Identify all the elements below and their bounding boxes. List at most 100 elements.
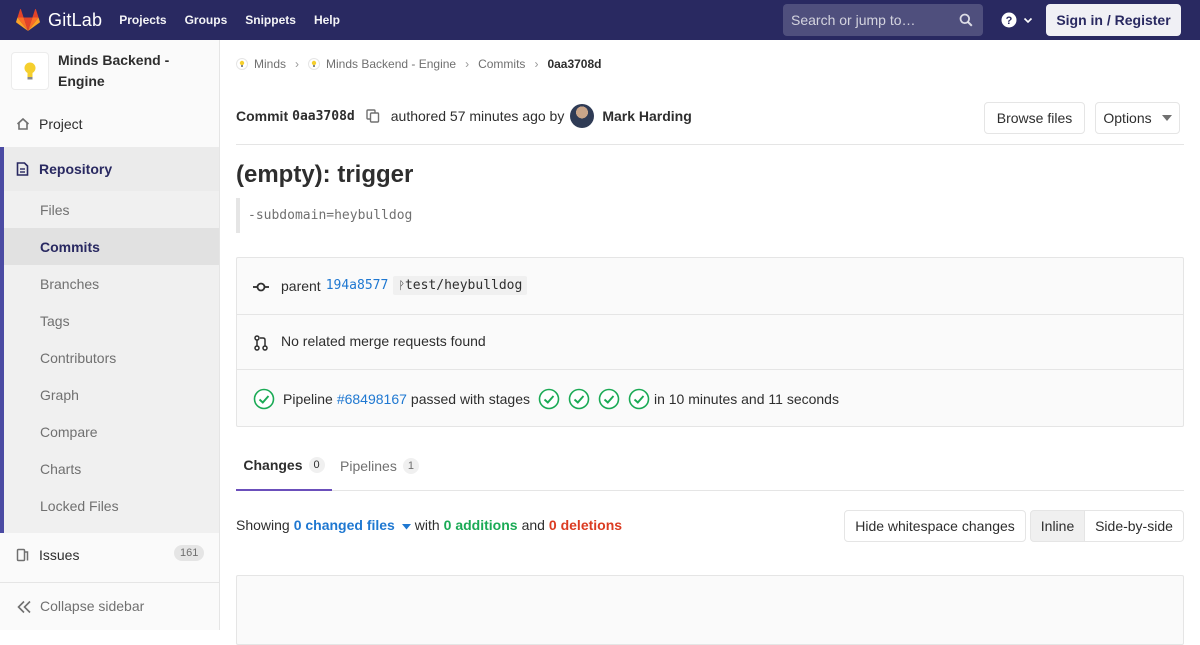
- commit-info-box: parent 194a8577 ᚹtest/heybulldog No rela…: [236, 257, 1184, 427]
- sidebar-item-label: Contributors: [40, 349, 117, 366]
- parent-sha-link[interactable]: 194a8577: [326, 278, 389, 293]
- sidebar-item-label: Locked Files: [40, 497, 119, 514]
- document-icon: [16, 162, 29, 176]
- empty-diff-placeholder: [236, 575, 1184, 645]
- commit-tabs: Changes 0 Pipelines 1: [236, 440, 1184, 491]
- sidebar-item-label: Branches: [40, 275, 100, 292]
- issues-count-badge: 161: [174, 545, 205, 561]
- deletions-count: 0 deletions: [548, 517, 623, 533]
- lightbulb-icon: [236, 58, 248, 70]
- breadcrumb-item-commits[interactable]: Commits: [478, 57, 525, 71]
- nav-help[interactable]: Help: [314, 13, 340, 27]
- status-success-icon[interactable]: [253, 388, 275, 410]
- breadcrumb-item-project[interactable]: Minds Backend - Engine: [308, 57, 456, 71]
- nav-groups[interactable]: Groups: [185, 13, 228, 27]
- pipeline-status-text: passed with stages: [410, 391, 530, 407]
- parent-row: parent 194a8577 ᚹtest/heybulldog: [237, 258, 1183, 315]
- commit-label: Commit: [236, 108, 289, 124]
- commit-description: -subdomain=heybulldog: [236, 198, 412, 233]
- tab-count-badge: 0: [308, 456, 325, 473]
- tab-changes[interactable]: Changes 0: [236, 440, 332, 491]
- sidebar-project-header[interactable]: Minds Backend - Engine: [0, 40, 219, 100]
- with-label: with: [414, 517, 440, 533]
- stage-status-icon[interactable]: [598, 388, 620, 410]
- parent-info: parent 194a8577 ᚹtest/heybulldog: [281, 276, 528, 295]
- sidebar-item-graph[interactable]: Graph: [4, 376, 219, 413]
- branch-ref-badge[interactable]: ᚹtest/heybulldog: [393, 276, 528, 295]
- breadcrumb-label: Minds: [254, 57, 287, 71]
- collapse-sidebar-button[interactable]: Collapse sidebar: [0, 582, 219, 630]
- side-by-side-view-button[interactable]: Side-by-side: [1084, 510, 1184, 542]
- commit-meta: Commit 0aa3708d authored 57 minutes ago …: [236, 104, 692, 128]
- chevron-down-icon: [1023, 17, 1033, 24]
- options-label: Options: [1103, 110, 1152, 126]
- sidebar-item-files[interactable]: Files: [4, 191, 219, 228]
- sidebar-item-label: Graph: [40, 386, 79, 403]
- pipeline-duration: in 10 minutes and 11 seconds: [653, 391, 839, 407]
- sidebar-item-charts[interactable]: Charts: [4, 450, 219, 487]
- top-navbar: GitLab Projects Groups Snippets Help ? S…: [0, 0, 1200, 40]
- breadcrumb-separator-icon: ›: [465, 57, 470, 71]
- tab-count-badge: 1: [402, 457, 419, 474]
- commit-title: (empty): trigger: [236, 161, 414, 188]
- sign-in-button[interactable]: Sign in / Register: [1046, 4, 1181, 36]
- inline-view-button[interactable]: Inline: [1030, 510, 1085, 542]
- sidebar-item-compare[interactable]: Compare: [4, 413, 219, 450]
- sidebar-item-label: Files: [40, 201, 70, 218]
- sidebar-item-label: Compare: [40, 423, 98, 440]
- hide-whitespace-button[interactable]: Hide whitespace changes: [844, 510, 1026, 542]
- breadcrumb: Minds › Minds Backend - Engine › Commits…: [236, 56, 601, 72]
- breadcrumb-current-commit[interactable]: 0aa3708d: [547, 57, 601, 71]
- sidebar-item-commits[interactable]: Commits: [4, 228, 219, 265]
- pipeline-row: Pipeline #68498167 passed with stages in…: [237, 370, 1183, 426]
- project-avatar: [11, 52, 49, 90]
- lightbulb-icon: [308, 58, 321, 70]
- breadcrumb-item-minds[interactable]: Minds: [236, 57, 286, 71]
- branch-ref-name: test/heybulldog: [404, 278, 523, 293]
- sidebar-item-label: Charts: [40, 460, 82, 477]
- gitlab-home-link[interactable]: GitLab: [16, 0, 102, 40]
- browse-files-button[interactable]: Browse files: [984, 102, 1085, 134]
- sidebar-item-locked-files[interactable]: Locked Files: [4, 487, 219, 524]
- question-icon: ?: [1001, 12, 1017, 28]
- options-dropdown[interactable]: Options: [1095, 102, 1180, 134]
- diff-summary: Showing 0 changed files with 0 additions…: [236, 517, 622, 533]
- sidebar-item-issues[interactable]: Issues 161: [0, 543, 219, 567]
- sidebar-item-branches[interactable]: Branches: [4, 265, 219, 302]
- search-icon: [959, 13, 973, 27]
- nav-projects[interactable]: Projects: [119, 13, 166, 27]
- gitlab-logo-icon: [16, 9, 40, 31]
- caret-down-icon: [1161, 115, 1172, 121]
- nav-snippets[interactable]: Snippets: [245, 13, 296, 27]
- sidebar-item-repository[interactable]: Repository: [4, 147, 219, 191]
- search-input[interactable]: [791, 12, 951, 28]
- stage-status-icon[interactable]: [628, 388, 650, 410]
- showing-label: Showing: [236, 517, 290, 533]
- author-avatar[interactable]: [570, 104, 595, 128]
- search-box: [783, 4, 983, 36]
- pipeline-label: Pipeline: [283, 391, 333, 407]
- sidebar-item-label: Project: [39, 116, 83, 132]
- help-dropdown[interactable]: ?: [1001, 12, 1034, 28]
- stage-status-icon[interactable]: [538, 388, 560, 410]
- stage-status-icon[interactable]: [568, 388, 590, 410]
- main-nav: Projects Groups Snippets Help: [119, 13, 358, 27]
- caret-down-icon: [401, 524, 411, 530]
- collapse-sidebar-label: Collapse sidebar: [40, 598, 145, 614]
- tab-pipelines[interactable]: Pipelines 1: [340, 440, 419, 491]
- additions-count: 0 additions: [443, 517, 518, 533]
- sidebar-item-project[interactable]: Project: [0, 112, 219, 136]
- sidebar-section-repository: Repository Files Commits Branches Tags C…: [0, 147, 219, 533]
- author-name[interactable]: Mark Harding: [602, 108, 691, 124]
- svg-text:?: ?: [1006, 15, 1013, 27]
- copy-icon[interactable]: [366, 109, 380, 123]
- and-label: and: [521, 517, 545, 533]
- merge-requests-row: No related merge requests found: [237, 315, 1183, 370]
- issues-icon: [16, 548, 29, 562]
- pipeline-id-link[interactable]: #68498167: [337, 391, 407, 407]
- sidebar-item-tags[interactable]: Tags: [4, 302, 219, 339]
- sidebar-item-contributors[interactable]: Contributors: [4, 339, 219, 376]
- changed-files-dropdown[interactable]: 0 changed files: [294, 517, 411, 533]
- breadcrumb-separator-icon: ›: [295, 57, 300, 71]
- sidebar-item-label: Commits: [40, 238, 100, 255]
